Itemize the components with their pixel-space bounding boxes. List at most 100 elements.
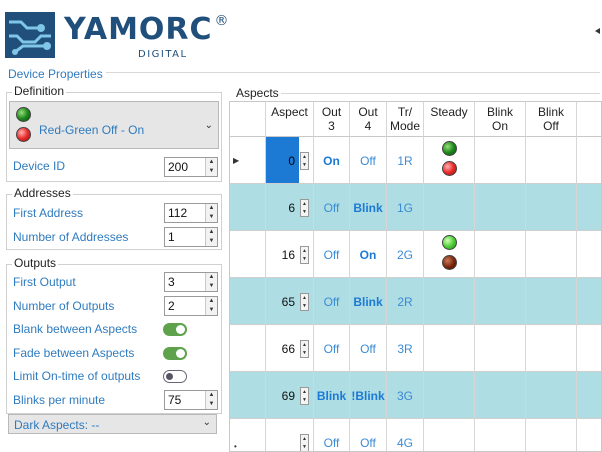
table-cell-out3[interactable]: Off <box>314 278 350 325</box>
table-cell-steady[interactable] <box>424 184 475 231</box>
out4-value: Off <box>360 154 376 168</box>
out3-column-header[interactable]: Out 3 <box>314 102 350 137</box>
tr-mode-column-header[interactable]: Tr/Mode <box>387 102 424 137</box>
table-cell-out4[interactable]: !Blink <box>350 372 387 419</box>
table-cell-bon[interactable] <box>475 278 526 325</box>
stepper-arrows-icon[interactable]: ▲ ▼ <box>205 228 217 246</box>
table-cell-steady[interactable] <box>424 278 475 325</box>
out3-value: On <box>323 154 340 168</box>
stepper-arrows-icon[interactable]: ▲ ▼ <box>205 297 217 315</box>
number-of-addresses-label: Number of Addresses <box>13 230 129 244</box>
tr-mode-value: 1G <box>396 201 413 215</box>
out3-value: Off <box>323 295 340 309</box>
table-cell-bon[interactable] <box>475 325 526 372</box>
table-cell-out4[interactable]: Blink <box>350 278 387 325</box>
green-led-icon <box>442 235 457 250</box>
aspect-value: 0 <box>288 154 295 168</box>
out3-value: Off <box>323 342 340 356</box>
table-cell-boff[interactable] <box>526 278 577 325</box>
table-cell-out3[interactable]: Off <box>314 419 350 451</box>
table-cell-out3[interactable]: Off <box>314 325 350 372</box>
table-cell-steady[interactable] <box>424 231 475 278</box>
outputs-group: Outputs First Output 3 ▲ ▼ Number of Outp… <box>6 256 222 414</box>
table-cell-boff[interactable] <box>526 325 577 372</box>
aspect-stepper-icon[interactable]: ▲ ▼ <box>300 340 309 358</box>
collapse-arrow-icon[interactable] <box>595 28 600 34</box>
table-cell-bon[interactable] <box>475 184 526 231</box>
tr-mode-value: 2G <box>396 248 413 262</box>
table-cell-out3[interactable]: Blink <box>314 372 350 419</box>
number-of-outputs-stepper[interactable]: 2 ▲ ▼ <box>164 296 218 316</box>
first-address-stepper[interactable]: 112 ▲ ▼ <box>164 203 218 223</box>
addresses-title: Addresses <box>12 186 73 200</box>
table-cell-boff[interactable] <box>526 231 577 278</box>
table-cell-asp[interactable]: 0 ▲ ▼ <box>266 137 314 184</box>
table-cell-bon[interactable] <box>475 231 526 278</box>
table-cell-steady[interactable] <box>424 372 475 419</box>
table-cell-ind: • <box>230 419 266 451</box>
table-cell-steady[interactable] <box>424 325 475 372</box>
table-cell-tr[interactable]: 2G <box>387 231 424 278</box>
number-of-addresses-stepper[interactable]: 1 ▲ ▼ <box>164 227 218 247</box>
table-cell-asp[interactable]: 69 ▲ ▼ <box>266 372 314 419</box>
table-cell-boff[interactable] <box>526 419 577 451</box>
table-cell-out3[interactable]: On <box>314 137 350 184</box>
definition-title: Definition <box>12 84 67 98</box>
stepper-arrows-icon[interactable]: ▲ ▼ <box>205 273 217 291</box>
table-cell-out4[interactable]: Blink <box>350 184 387 231</box>
first-output-stepper[interactable]: 3 ▲ ▼ <box>164 272 218 292</box>
table-cell-boff[interactable] <box>526 137 577 184</box>
blink-on-column-header[interactable]: Blink On <box>475 102 526 137</box>
dark-aspects-select[interactable]: Dark Aspects: -- ⌄ <box>8 414 217 434</box>
blank-between-aspects-toggle[interactable] <box>163 323 187 336</box>
aspect-stepper-icon[interactable]: ▲ ▼ <box>300 246 309 264</box>
table-cell-bon[interactable] <box>475 137 526 184</box>
table-cell-bon[interactable] <box>475 419 526 451</box>
table-cell-out4[interactable]: Off <box>350 137 387 184</box>
fade-between-aspects-toggle[interactable] <box>163 347 187 360</box>
aspect-stepper-icon[interactable]: ▲ ▼ <box>300 152 309 170</box>
table-cell-asp[interactable]: 65 ▲ ▼ <box>266 278 314 325</box>
aspect-column-header[interactable]: Aspect <box>266 102 314 137</box>
aspect-stepper-icon[interactable]: ▲ ▼ <box>300 199 309 217</box>
blink-off-column-header[interactable]: Blink Off <box>526 102 577 137</box>
out3-value: Off <box>323 201 340 215</box>
table-cell-tr[interactable]: 4G <box>387 419 424 451</box>
table-cell-tr[interactable]: 1G <box>387 184 424 231</box>
table-cell-out4[interactable]: Off <box>350 325 387 372</box>
blinks-per-minute-stepper[interactable]: 75 ▲ ▼ <box>164 390 218 410</box>
table-cell-asp[interactable]: ▲ ▼ <box>266 419 314 451</box>
device-id-stepper[interactable]: 200 ▲ ▼ <box>164 157 218 177</box>
out4-value: !Blink <box>351 389 385 403</box>
outputs-title: Outputs <box>12 256 59 270</box>
table-cell-out4[interactable]: Off <box>350 419 387 451</box>
table-cell-steady[interactable] <box>424 137 475 184</box>
table-cell-tr[interactable]: 2R <box>387 278 424 325</box>
table-cell-asp[interactable]: 6 ▲ ▼ <box>266 184 314 231</box>
limit-on-time-toggle[interactable] <box>163 370 187 383</box>
aspect-stepper-icon[interactable]: ▲ ▼ <box>300 434 309 451</box>
stepper-arrows-icon[interactable]: ▲ ▼ <box>205 391 217 409</box>
steady-column-header[interactable]: Steady <box>424 102 475 137</box>
table-cell-out4[interactable]: On <box>350 231 387 278</box>
table-cell-tr[interactable]: 1R <box>387 137 424 184</box>
table-cell-asp[interactable]: 16 ▲ ▼ <box>266 231 314 278</box>
stepper-arrows-icon[interactable]: ▲ ▼ <box>205 204 217 222</box>
out4-column-header[interactable]: Out 4 <box>350 102 387 137</box>
table-cell-out3[interactable]: Off <box>314 184 350 231</box>
aspect-stepper-icon[interactable]: ▲ ▼ <box>300 387 309 405</box>
brand-name: YAMORC ® <box>64 12 230 47</box>
table-cell-asp[interactable]: 66 ▲ ▼ <box>266 325 314 372</box>
table-cell-tr[interactable]: 3R <box>387 325 424 372</box>
stepper-arrows-icon[interactable]: ▲ ▼ <box>205 158 217 176</box>
table-cell-boff[interactable] <box>526 372 577 419</box>
table-cell-steady[interactable] <box>424 419 475 451</box>
table-cell-tr[interactable]: 3G <box>387 372 424 419</box>
table-cell-boff[interactable] <box>526 184 577 231</box>
table-cell-out3[interactable]: Off <box>314 231 350 278</box>
signal-definition-select[interactable]: Red-Green Off - On ⌄ <box>9 101 219 149</box>
aspect-stepper-icon[interactable]: ▲ ▼ <box>300 293 309 311</box>
aspect-value: 66 <box>281 342 295 356</box>
table-cell-bon[interactable] <box>475 372 526 419</box>
table-cell-ind: ▶ <box>230 137 266 184</box>
